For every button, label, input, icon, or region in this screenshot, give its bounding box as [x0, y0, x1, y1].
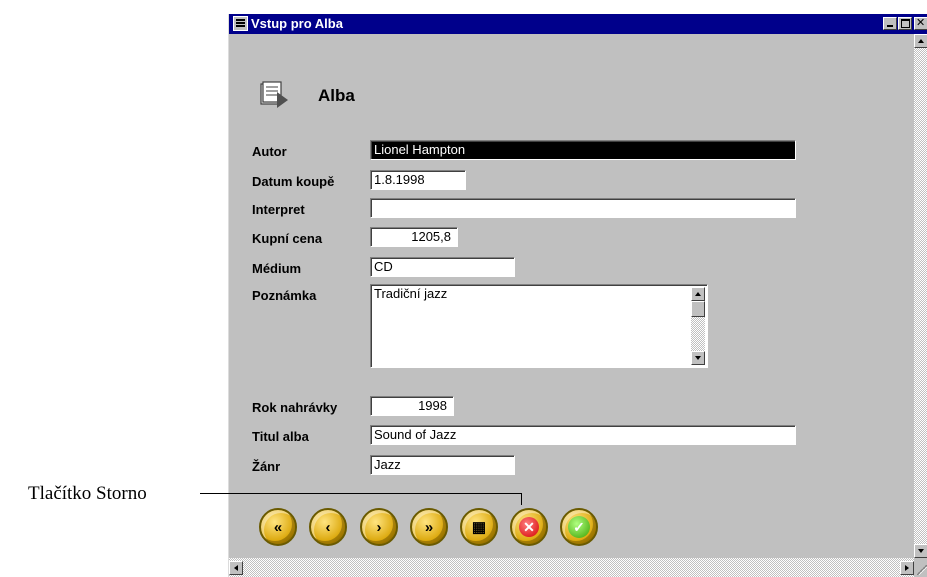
label-rok-nahravky: Rok nahrávky	[252, 400, 338, 415]
label-medium: Médium	[252, 261, 302, 276]
medium-field[interactable]: CD	[370, 257, 515, 277]
scroll-up-button[interactable]	[914, 34, 927, 48]
scroll-right-button[interactable]	[900, 561, 914, 575]
label-kupni-cena: Kupní cena	[252, 231, 323, 246]
callout-leader-line	[200, 493, 522, 494]
label-titul-alba: Titul alba	[252, 429, 309, 444]
interpret-field[interactable]	[370, 198, 796, 218]
scroll-down-button[interactable]	[691, 351, 705, 365]
label-autor: Autor	[252, 144, 287, 159]
cancel-button[interactable]: ✕	[510, 508, 548, 546]
close-icon: ✕	[916, 17, 926, 29]
poznamka-text: Tradiční jazz	[374, 286, 448, 301]
callout-label: Tlačítko Storno	[28, 483, 147, 504]
datum-koupe-field[interactable]: 1.8.1998	[370, 170, 466, 190]
new-record-icon: ▦	[471, 519, 487, 536]
scroll-up-button[interactable]	[691, 287, 705, 301]
scroll-left-button[interactable]	[229, 561, 243, 575]
form-icon	[260, 81, 288, 108]
window-title: Vstup pro Alba	[251, 16, 343, 31]
kupni-cena-field[interactable]: 1205,8	[370, 227, 458, 247]
vertical-scrollbar[interactable]	[914, 34, 927, 558]
horizontal-scrollbar[interactable]	[229, 558, 914, 577]
titul-alba-field[interactable]: Sound of Jazz	[370, 425, 796, 445]
label-interpret: Interpret	[252, 202, 305, 217]
first-record-icon: «	[273, 518, 283, 536]
label-datum-koupe: Datum koupě	[252, 174, 335, 189]
next-record-icon: ›	[376, 518, 382, 536]
first-record-button[interactable]: «	[259, 508, 297, 546]
confirm-icon: ✓	[568, 516, 590, 538]
form-body: Alba Autor Lionel Hampton Datum koupě 1.…	[229, 34, 914, 558]
window-icon[interactable]	[233, 16, 248, 31]
close-button[interactable]: ✕	[914, 17, 927, 30]
next-record-button[interactable]: ›	[360, 508, 398, 546]
cancel-icon: ✕	[519, 517, 539, 537]
previous-record-button[interactable]: ‹	[309, 508, 347, 546]
poznamka-scrollbar[interactable]	[691, 287, 705, 365]
resize-grip[interactable]	[914, 558, 927, 577]
zanr-field[interactable]: Jazz	[370, 455, 515, 475]
callout-leader-tick	[521, 493, 522, 505]
poznamka-textarea[interactable]: Tradiční jazz	[370, 284, 708, 368]
new-record-button[interactable]: ▦	[460, 508, 498, 546]
minimize-button[interactable]	[883, 17, 897, 30]
scroll-down-button[interactable]	[914, 544, 927, 558]
last-record-icon: »	[424, 518, 434, 536]
title-bar[interactable]: Vstup pro Alba ✕	[229, 14, 927, 34]
last-record-button[interactable]: »	[410, 508, 448, 546]
previous-record-icon: ‹	[325, 518, 331, 536]
rok-nahravky-field[interactable]: 1998	[370, 396, 454, 416]
label-poznamka: Poznámka	[252, 288, 317, 303]
autor-field[interactable]: Lionel Hampton	[370, 140, 796, 160]
label-zanr: Žánr	[252, 459, 281, 474]
form-heading: Alba	[318, 86, 355, 105]
scroll-thumb[interactable]	[691, 301, 705, 317]
maximize-button[interactable]	[898, 17, 912, 30]
confirm-button[interactable]: ✓	[560, 508, 598, 546]
